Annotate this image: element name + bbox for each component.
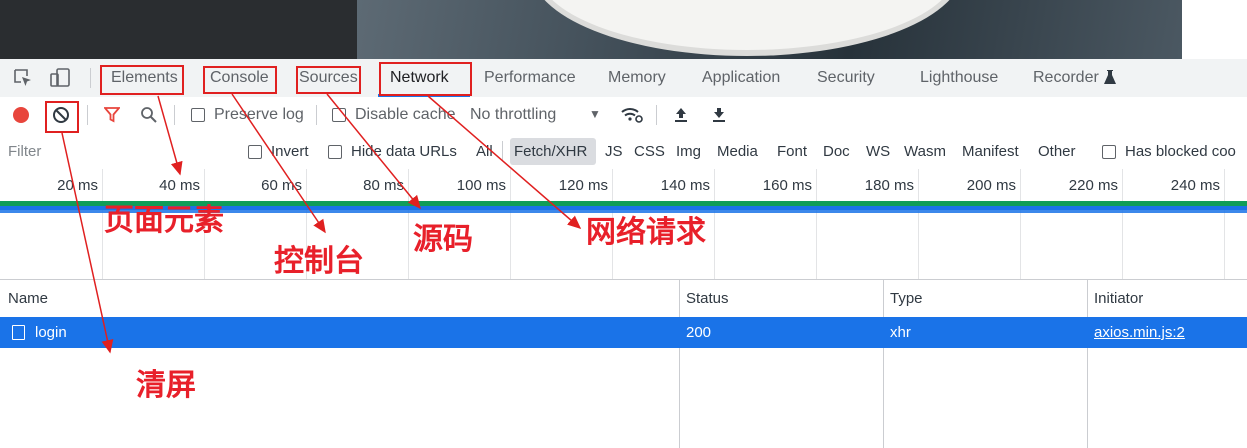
disable-cache-checkbox[interactable]: [332, 108, 346, 122]
filter-type-img[interactable]: Img: [676, 143, 701, 160]
annotation-label-elements: 页面元素: [104, 203, 224, 238]
preserve-log-checkbox[interactable]: [191, 108, 205, 122]
network-toolbar: Preserve log Disable cache No throttling…: [0, 97, 1247, 135]
filter-icon[interactable]: [103, 107, 121, 128]
timeline-tick: 140 ms: [660, 177, 710, 194]
timeline-tick: 20 ms: [57, 177, 98, 194]
filter-type-doc[interactable]: Doc: [823, 143, 850, 160]
flask-icon: [1104, 70, 1116, 89]
column-header-status[interactable]: Status: [686, 290, 729, 307]
tab-security[interactable]: Security: [817, 69, 875, 87]
filter-type-css[interactable]: CSS: [634, 143, 665, 160]
has-blocked-cookies-label: Has blocked coo: [1125, 143, 1236, 160]
preserve-log-label: Preserve log: [214, 106, 304, 123]
filter-type-media[interactable]: Media: [717, 143, 758, 160]
invert-checkbox[interactable]: [248, 145, 262, 159]
annotation-label-sources: 源码: [413, 222, 473, 257]
timeline-tick: 40 ms: [159, 177, 200, 194]
devtools-tab-bar: Elements Console Sources Network Perform…: [0, 59, 1247, 98]
annotation-box-clear: [45, 101, 79, 133]
request-status: 200: [686, 324, 712, 341]
filter-type-js[interactable]: JS: [605, 143, 623, 160]
filter-input[interactable]: [0, 134, 232, 168]
filter-type-manifest[interactable]: Manifest: [962, 143, 1019, 160]
timeline-tick: 220 ms: [1068, 177, 1118, 194]
page-photo: [357, 0, 1182, 59]
annotation-label-console: 控制台: [274, 244, 364, 279]
filter-type-wasm[interactable]: Wasm: [904, 143, 946, 160]
timeline-tick: 200 ms: [966, 177, 1016, 194]
annotation-box-console: [203, 66, 277, 94]
column-header-initiator[interactable]: Initiator: [1094, 290, 1143, 307]
hide-data-urls-label: Hide data URLs: [351, 143, 457, 160]
timeline-tick: 80 ms: [363, 177, 404, 194]
timeline-tick: 100 ms: [456, 177, 506, 194]
column-header-name[interactable]: Name: [8, 290, 48, 307]
tab-application[interactable]: Application: [702, 69, 780, 87]
search-icon[interactable]: [140, 106, 158, 129]
record-icon[interactable]: [13, 107, 29, 123]
tab-performance[interactable]: Performance: [484, 69, 576, 87]
timeline-tick: 60 ms: [261, 177, 302, 194]
timeline-tick: 120 ms: [558, 177, 608, 194]
annotation-box-network: [379, 62, 472, 96]
wifi-settings-icon[interactable]: [620, 106, 644, 129]
has-blocked-cookies-checkbox[interactable]: [1102, 145, 1116, 159]
annotation-label-clear: 清屏: [136, 368, 196, 403]
download-icon[interactable]: [712, 107, 726, 128]
page-background: [0, 0, 357, 59]
inspect-icon[interactable]: [13, 68, 33, 93]
column-header-type[interactable]: Type: [890, 290, 923, 307]
annotation-label-network: 网络请求: [586, 215, 706, 250]
tab-memory[interactable]: Memory: [608, 69, 666, 87]
filter-type-ws[interactable]: WS: [866, 143, 890, 160]
requests-table-header: [0, 280, 1247, 318]
request-type: xhr: [890, 324, 911, 341]
timeline-tick: 180 ms: [864, 177, 914, 194]
filter-type-font[interactable]: Font: [777, 143, 807, 160]
annotation-box-elements: [100, 65, 184, 95]
page-margin: [1182, 0, 1247, 59]
invert-label: Invert: [271, 143, 309, 160]
disable-cache-label: Disable cache: [355, 106, 456, 123]
table-row[interactable]: [0, 317, 1247, 348]
hide-data-urls-checkbox[interactable]: [328, 145, 342, 159]
device-toggle-icon[interactable]: [50, 68, 72, 93]
tab-recorder[interactable]: Recorder: [1033, 69, 1099, 87]
annotation-box-sources: [296, 66, 361, 94]
chevron-down-icon[interactable]: ▼: [589, 107, 601, 121]
upload-icon[interactable]: [674, 107, 688, 128]
filter-type-all[interactable]: All: [476, 143, 493, 160]
request-initiator-link[interactable]: axios.min.js:2: [1094, 324, 1185, 341]
timeline-tick: 240 ms: [1170, 177, 1220, 194]
request-name[interactable]: login: [35, 324, 67, 341]
filter-type-other[interactable]: Other: [1038, 143, 1076, 160]
tab-lighthouse[interactable]: Lighthouse: [920, 69, 998, 87]
throttling-select[interactable]: No throttling: [470, 106, 556, 124]
filter-type-fetch-xhr[interactable]: Fetch/XHR: [514, 143, 587, 160]
request-type-icon: [12, 325, 25, 340]
timeline-tick: 160 ms: [762, 177, 812, 194]
